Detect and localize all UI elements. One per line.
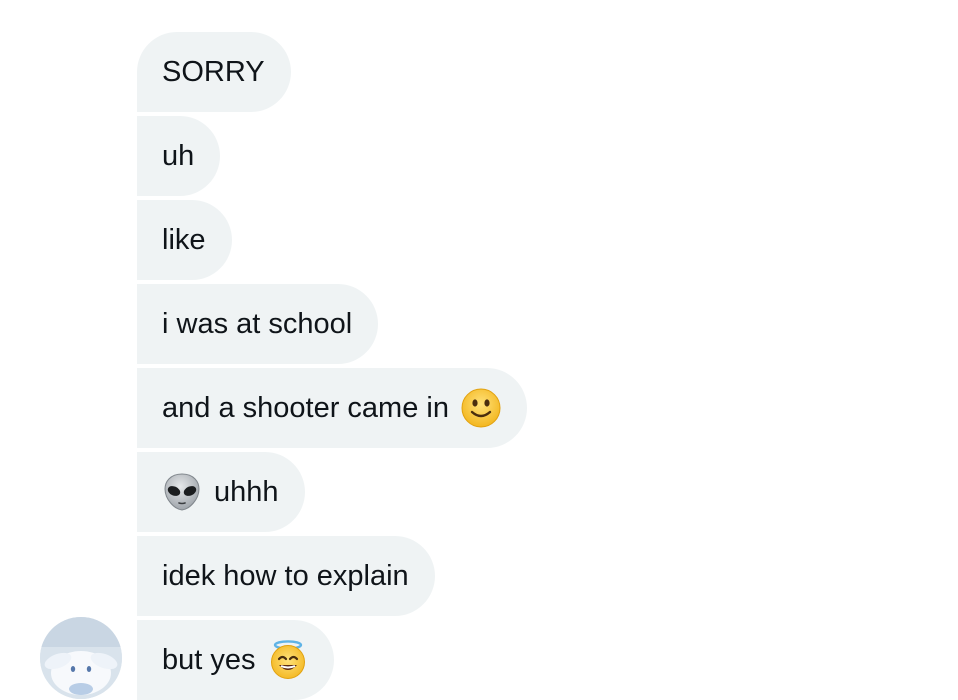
message-bubble[interactable]: but yes: [137, 620, 334, 700]
message-bubble[interactable]: SORRY: [137, 32, 291, 112]
avatar[interactable]: [40, 617, 122, 699]
message-bubble[interactable]: idek how to explain: [137, 536, 435, 616]
message-text: like: [162, 224, 206, 256]
message-text: and a shooter came in: [162, 392, 449, 424]
message-bubble[interactable]: and a shooter came in: [137, 368, 527, 448]
alien-icon: [164, 473, 200, 511]
smiling-face-with-halo-icon: [270, 640, 305, 679]
message-row[interactable]: but yes: [137, 620, 334, 700]
message-row[interactable]: idek how to explain: [137, 536, 435, 616]
slightly-smiling-face-icon: [461, 388, 501, 428]
message-bubble[interactable]: like: [137, 200, 232, 280]
message-text: but yes: [162, 644, 256, 676]
message-text: idek how to explain: [162, 560, 409, 592]
message-bubble[interactable]: uh: [137, 116, 221, 196]
message-bubble[interactable]: i was at school: [137, 284, 379, 364]
message-row[interactable]: i was at school: [137, 284, 379, 364]
message-row[interactable]: uh: [137, 116, 221, 196]
message-row[interactable]: uhhh: [137, 452, 305, 532]
avatar-image: [40, 617, 122, 699]
message-row[interactable]: like: [137, 200, 232, 280]
message-row[interactable]: SORRY: [137, 32, 291, 112]
message-text: SORRY: [162, 56, 265, 88]
message-bubble[interactable]: uhhh: [137, 452, 305, 532]
message-text: uh: [162, 140, 195, 172]
message-text: uhhh: [214, 476, 279, 508]
dm-thread: SORRY uh like i was at school and a shoo…: [0, 0, 958, 700]
message-text: i was at school: [162, 308, 353, 340]
message-row[interactable]: and a shooter came in: [137, 368, 527, 448]
